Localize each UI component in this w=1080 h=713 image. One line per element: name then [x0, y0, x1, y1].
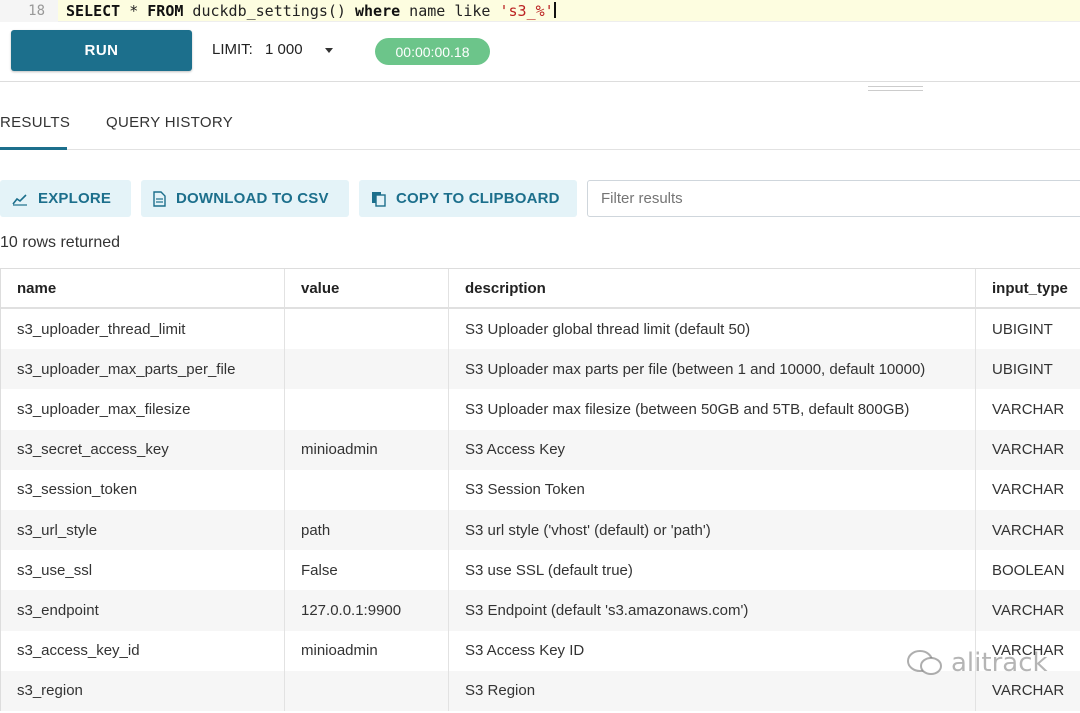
cell-description: S3 use SSL (default true): [448, 550, 975, 591]
cell-name: s3_uploader_max_parts_per_file: [17, 360, 236, 378]
cell-value: [284, 349, 448, 390]
sql-star: *: [120, 2, 148, 20]
watermark: alitrack: [905, 648, 1048, 678]
cell-input-type: VARCHAR: [975, 590, 1080, 631]
cell-value: [284, 389, 448, 430]
cell-input-type: VARCHAR: [975, 429, 1080, 470]
watermark-text: alitrack: [951, 648, 1048, 678]
download-csv-label: DOWNLOAD TO CSV: [176, 190, 329, 207]
table-row[interactable]: s3_session_token S3 Session Token VARCHAR: [1, 469, 1080, 510]
cell-description: S3 Uploader max parts per file (between …: [448, 349, 975, 390]
table-row[interactable]: s3_uploader_max_parts_per_file S3 Uploade…: [1, 349, 1080, 390]
table-row[interactable]: s3_endpoint 127.0.0.1:9900 S3 Endpoint (de…: [1, 590, 1080, 631]
resize-handle[interactable]: [868, 86, 923, 91]
sql-keyword-from: FROM: [147, 2, 184, 20]
sql-function: duckdb_settings(): [183, 2, 346, 20]
cell-description: S3 Endpoint (default 's3.amazonaws.com'): [448, 590, 975, 631]
column-header-input-type[interactable]: input_type: [975, 269, 1080, 307]
query-toolbar: RUN LIMIT: 1 000 00:00:00.18: [0, 22, 1080, 82]
download-csv-button[interactable]: DOWNLOAD TO CSV: [141, 180, 349, 217]
cell-input-type: UBIGINT: [975, 309, 1080, 350]
copy-icon: [372, 191, 386, 207]
cell-description: S3 Region: [448, 670, 975, 711]
cell-value: 127.0.0.1:9900: [284, 590, 448, 631]
sql-code-line[interactable]: SELECT * FROM duckdb_settings() where na…: [66, 0, 556, 22]
text-cursor: [553, 2, 556, 18]
cell-value: [284, 309, 448, 350]
run-button[interactable]: RUN: [11, 30, 192, 71]
cell-description: S3 Access Key ID: [448, 630, 975, 671]
copy-clipboard-label: COPY TO CLIPBOARD: [396, 190, 560, 207]
cell-name: s3_uploader_thread_limit: [17, 320, 186, 338]
cell-name: s3_region: [17, 682, 83, 700]
cell-description: S3 Uploader global thread limit (default…: [448, 309, 975, 350]
limit-select[interactable]: 1 000: [265, 41, 303, 58]
cell-description: S3 Access Key: [448, 429, 975, 470]
column-header-value[interactable]: value: [284, 269, 448, 307]
cell-value: path: [284, 509, 448, 551]
table-row[interactable]: s3_uploader_max_filesize S3 Uploader max …: [1, 389, 1080, 430]
sql-editor[interactable]: 18 SELECT * FROM duckdb_settings() where…: [0, 0, 1080, 22]
document-icon: [153, 190, 166, 207]
cell-value: [284, 469, 448, 510]
cell-value: minioadmin: [284, 429, 448, 470]
cell-value: [284, 670, 448, 711]
cell-input-type: BOOLEAN: [975, 550, 1080, 591]
column-header-name[interactable]: name: [1, 269, 284, 307]
cell-name: s3_secret_access_key: [17, 441, 169, 459]
results-tabs: RESULTS QUERY HISTORY: [0, 96, 1080, 150]
column-header-description[interactable]: description: [448, 269, 975, 307]
filter-results-input[interactable]: [587, 180, 1080, 217]
row-count-text: 10 rows returned: [0, 234, 121, 251]
cell-description: S3 Session Token: [448, 469, 975, 510]
cell-name: s3_uploader_max_filesize: [17, 400, 191, 418]
limit-label: LIMIT:: [212, 41, 253, 58]
table-row[interactable]: s3_url_style path S3 url style ('vhost' (d…: [1, 509, 1080, 551]
chart-line-icon: [12, 193, 27, 206]
tab-results[interactable]: RESULTS: [0, 114, 70, 131]
copy-clipboard-button[interactable]: COPY TO CLIPBOARD: [359, 180, 577, 217]
cell-input-type: VARCHAR: [975, 509, 1080, 551]
table-header-row: name value description input_type: [1, 269, 1080, 309]
wechat-logo-icon: [907, 650, 942, 675]
cell-value: False: [284, 550, 448, 591]
sql-string-literal: 's3_%': [499, 2, 554, 20]
cell-input-type: UBIGINT: [975, 349, 1080, 390]
cell-value: minioadmin: [284, 630, 448, 671]
explore-button[interactable]: EXPLORE: [0, 180, 131, 217]
cell-name: s3_access_key_id: [17, 642, 140, 660]
cell-description: S3 Uploader max filesize (between 50GB a…: [448, 389, 975, 430]
table-row[interactable]: s3_secret_access_key minioadmin S3 Access …: [1, 429, 1080, 470]
elapsed-time-badge: 00:00:00.18: [375, 38, 490, 65]
table-row[interactable]: s3_uploader_thread_limit S3 Uploader glob…: [1, 309, 1080, 350]
line-number: 18: [0, 0, 58, 22]
cell-name: s3_endpoint: [17, 601, 99, 619]
cell-description: S3 url style ('vhost' (default) or 'path…: [448, 509, 975, 551]
cell-input-type: VARCHAR: [975, 389, 1080, 430]
tab-query-history[interactable]: QUERY HISTORY: [106, 114, 233, 131]
results-table: name value description input_type s3_upl…: [0, 268, 1080, 711]
sql-condition: name like: [400, 2, 500, 20]
table-row[interactable]: s3_use_ssl False S3 use SSL (default true)…: [1, 550, 1080, 591]
explore-label: EXPLORE: [38, 190, 112, 207]
cell-name: s3_use_ssl: [17, 561, 93, 579]
cell-name: s3_session_token: [17, 481, 138, 499]
cell-input-type: VARCHAR: [975, 469, 1080, 510]
chevron-down-icon[interactable]: [325, 48, 333, 53]
sql-keyword-select: SELECT: [66, 2, 121, 20]
sql-keyword-where: where: [345, 2, 401, 20]
cell-name: s3_url_style: [17, 521, 98, 539]
active-tab-indicator: [0, 147, 67, 150]
